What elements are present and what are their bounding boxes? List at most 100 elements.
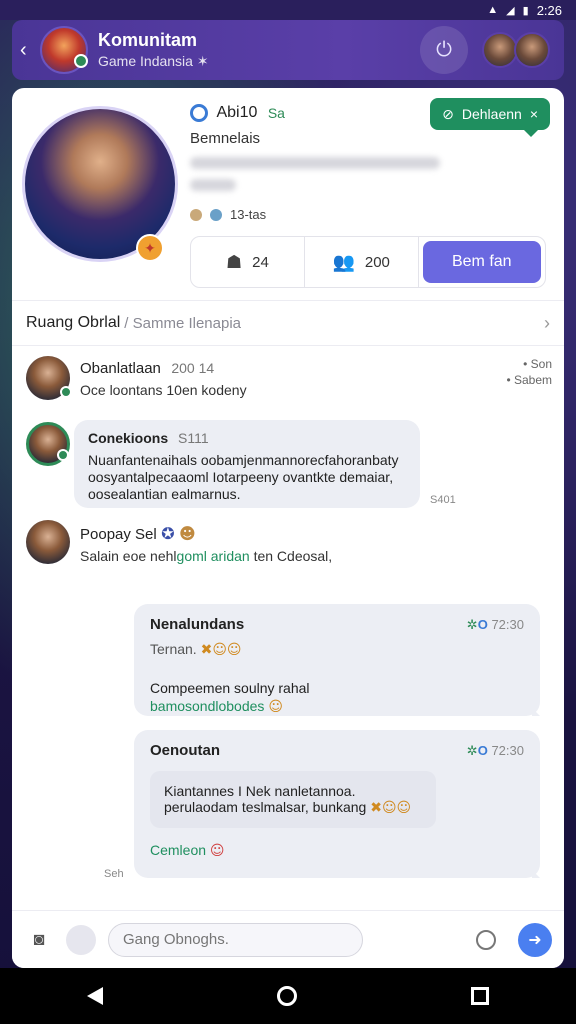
input-wrap <box>108 922 506 957</box>
room-title: Ruang Obrlal <box>26 314 121 331</box>
pin-icon: ✲ <box>466 742 478 758</box>
emoji-icon: ☻ <box>179 524 196 543</box>
community-subtitle: Game Indansia ✶ <box>98 53 209 69</box>
message-input[interactable] <box>108 922 363 957</box>
avatar[interactable] <box>26 422 70 466</box>
follow-button[interactable]: Bem fan <box>422 241 541 283</box>
message-text: Nuanfantenaihals oobamjenmannorecfahoran… <box>88 452 399 502</box>
community-avatar[interactable] <box>40 26 88 74</box>
message-time: 72:30 <box>491 742 524 758</box>
stat-groups[interactable]: ☗ 24 <box>191 237 305 287</box>
message-text-highlight: goml aridan <box>176 548 250 564</box>
level-badge-icon: ✦ <box>136 234 164 262</box>
online-indicator <box>60 386 72 398</box>
friend-avatar[interactable] <box>514 32 550 68</box>
camera-icon[interactable]: ◙ <box>24 925 54 955</box>
community-text: Komunitam Game Indansia ✶ <box>98 30 209 70</box>
profile-name: Abi10 <box>216 104 258 121</box>
nav-home-icon[interactable] <box>277 986 297 1006</box>
online-indicator <box>57 449 69 461</box>
message-text: Oce loontans 10en kodeny <box>80 382 247 398</box>
community-title: Komunitam <box>98 30 197 50</box>
join-chip-label: Dehlaenn <box>461 106 522 122</box>
blurred-text <box>190 157 440 170</box>
message-bubble-outgoing[interactable]: Nenalundans ✲O 72:30 Ternan. ✖☺☺ Compeem… <box>134 604 540 716</box>
verified-icon <box>190 104 208 122</box>
emoji-icon: ✖☺☺ <box>200 642 242 658</box>
wifi-icon: ▲ <box>487 4 499 16</box>
message-bubble[interactable]: Conekioons S111 Nuanfantenaihals oobamje… <box>74 420 420 508</box>
stat-value: 24 <box>252 253 269 271</box>
profile-meta: 13-tas <box>190 207 440 222</box>
message-composer: ◙ ➜ <box>12 910 564 968</box>
meta-icon <box>190 208 202 221</box>
message-time: 200 14 <box>171 360 215 376</box>
notification-icon[interactable]: ⏻ <box>420 26 468 74</box>
quoted-message[interactable]: Kiantannes I Nek nanletannoa. perulaodam… <box>150 771 436 828</box>
message-bubble-outgoing[interactable]: Oenoutan ✲O 72:30 Kiantannes I Nek nanle… <box>134 730 540 878</box>
message-time: 72:30 <box>491 616 524 632</box>
online-indicator <box>74 54 88 68</box>
avatar[interactable] <box>26 520 70 564</box>
nav-back-icon[interactable] <box>87 987 103 1005</box>
meta-icon <box>210 208 222 221</box>
avatar[interactable] <box>26 356 72 400</box>
chat-message[interactable] <box>26 422 70 466</box>
profile-card: ✦ Abi10 Sa Bemnelais 13-tas ⊘ Dehlaenn × <box>12 88 564 968</box>
sender-name: Conekioons <box>88 430 169 446</box>
message-text-highlight: bamosondlobodes <box>150 698 265 714</box>
status-bar: ▲ ◢ ▮ 2:26 <box>0 0 576 20</box>
profile-info: Abi10 Sa Bemnelais 13-tas <box>190 104 440 222</box>
quote-text: Kiantannes I Nek nanletannoa. perulaodam… <box>164 783 367 815</box>
close-icon[interactable]: × <box>530 106 538 122</box>
profile-tag: Sa <box>267 105 285 121</box>
message-timestamp: Seh <box>104 868 124 880</box>
side-meta-line: • Son <box>523 357 552 371</box>
send-button[interactable]: ➜ <box>518 922 552 957</box>
message-time: S111 <box>178 430 209 446</box>
nav-recents-icon[interactable] <box>471 987 489 1005</box>
sender-name: Obanlatlaan <box>80 360 161 377</box>
status-icon: O <box>477 616 488 632</box>
signal-icon: ◢ <box>506 4 515 17</box>
message-side-meta: • Son • Sabem <box>506 356 552 388</box>
sender-name: Oenoutan <box>150 742 220 759</box>
back-button[interactable]: ‹ <box>20 39 36 62</box>
message-text: ten Cdeosal, <box>253 548 333 564</box>
friend-avatar[interactable] <box>482 32 518 68</box>
profile-meta-text: 13-tas <box>230 207 267 223</box>
chat-message[interactable]: Poopay Sel ✪ ☻ Salain eoe nehlgoml arida… <box>26 520 332 564</box>
join-chip[interactable]: ⊘ Dehlaenn × <box>430 98 550 137</box>
sender-name: Poopay Sel <box>80 526 157 543</box>
side-meta-line: • Sabem <box>506 373 552 387</box>
battery-icon: ▮ <box>522 4 529 17</box>
system-nav-bar <box>0 968 576 1024</box>
community-header: ‹ Komunitam Game Indansia ✶ ⏻ <box>12 20 564 80</box>
chevron-right-icon[interactable]: › <box>544 313 550 334</box>
chat-room-header[interactable]: Ruang Obrlal / Samme Ilenapia › <box>12 300 564 346</box>
emoji-icon: ✪ <box>161 524 175 543</box>
members-icon: 👥 <box>332 251 355 272</box>
emoji-icon: ☺ <box>209 843 225 859</box>
emoji-picker-icon[interactable] <box>476 929 496 950</box>
sticker-icon[interactable] <box>66 924 96 955</box>
message-timestamp: S401 <box>430 494 456 506</box>
emoji-icon: ☺ <box>268 699 283 715</box>
status-icon: O <box>477 742 488 758</box>
join-icon: ⊘ <box>442 105 454 122</box>
status-time: 2:26 <box>536 2 562 18</box>
chat-message[interactable]: Obanlatlaan 200 14 Oce loontans 10en kod… <box>26 356 247 400</box>
stat-value: 200 <box>364 253 390 271</box>
friend-avatars[interactable] <box>482 32 550 68</box>
pin-icon: ✲ <box>466 616 478 632</box>
message-text: Ternan. <box>150 641 197 657</box>
stats-bar: ☗ 24 👥 200 Bem fan <box>190 236 546 288</box>
emoji-icon: ✖☺☺ <box>370 800 412 816</box>
groups-icon: ☗ <box>225 251 243 272</box>
message-text-highlight: Cemleon <box>150 842 207 858</box>
profile-role: Bemnelais <box>190 130 261 148</box>
room-subtitle: / Samme Ilenapia <box>124 314 242 332</box>
message-text: Salain eoe nehl <box>80 548 177 564</box>
blurred-text <box>190 179 236 192</box>
stat-members[interactable]: 👥 200 <box>305 237 419 287</box>
